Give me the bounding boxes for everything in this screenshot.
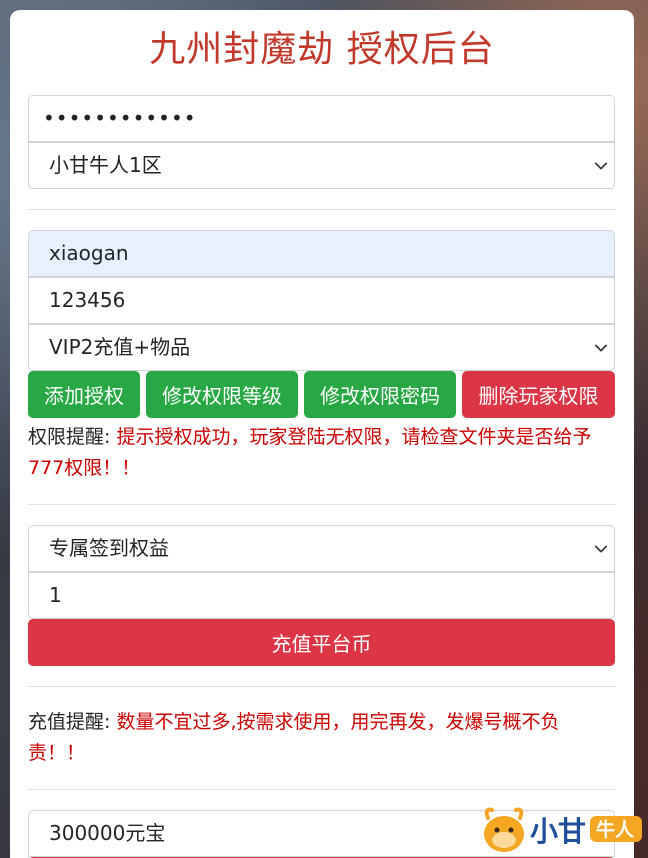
chevron-down-icon — [594, 344, 608, 351]
player-account-field[interactable]: xiaogan — [28, 230, 615, 277]
divider — [28, 209, 616, 210]
admin-panel: 九州封魔劫 授权后台 •••••••••••• 小甘牛人1区 xiaogan 1… — [10, 10, 634, 858]
player-section: xiaogan 123456 VIP2充值+物品 添加授权 修改权限等级 修改权… — [28, 230, 616, 484]
divider — [28, 504, 616, 505]
recharge-item-select[interactable]: 专属签到权益 — [28, 525, 615, 572]
recharge-item-value: 专属签到权益 — [49, 536, 169, 560]
player-password-field[interactable]: 123456 — [28, 277, 615, 324]
divider — [28, 789, 616, 790]
server-select[interactable]: 小甘牛人1区 — [28, 142, 615, 189]
chevron-down-icon — [594, 162, 608, 169]
change-password-button[interactable]: 修改权限密码 — [304, 371, 456, 418]
chevron-down-icon — [594, 545, 608, 552]
admin-password-field[interactable]: •••••••••••• — [28, 95, 615, 142]
recharge-button[interactable]: 充值平台币 — [28, 619, 615, 666]
server-select-value: 小甘牛人1区 — [49, 153, 162, 177]
permission-actions: 添加授权 修改权限等级 修改权限密码 删除玩家权限 — [28, 371, 616, 418]
watermark-badge: 牛人 — [596, 818, 635, 841]
recharge-quantity-field[interactable]: 1 — [28, 572, 615, 619]
watermark-logo: 小甘 牛人 — [484, 807, 642, 852]
permission-notice: 权限提醒: 提示授权成功，玩家登陆无权限，请检查文件夹是否给予777权限！！ — [28, 422, 616, 484]
add-permission-button[interactable]: 添加授权 — [28, 371, 140, 418]
permission-notice-label: 权限提醒: — [28, 426, 111, 448]
cow-icon — [484, 807, 524, 852]
change-level-button[interactable]: 修改权限等级 — [146, 371, 298, 418]
delete-permission-button[interactable]: 删除玩家权限 — [462, 371, 615, 418]
permission-level-select[interactable]: VIP2充值+物品 — [28, 324, 615, 371]
permission-notice-message: 提示授权成功，玩家登陆无权限，请检查文件夹是否给予777权限！！ — [28, 426, 592, 479]
recharge-section: 专属签到权益 1 充值平台币 — [28, 525, 616, 666]
watermark-text: 小甘 — [530, 815, 586, 848]
login-section: •••••••••••• 小甘牛人1区 — [28, 95, 616, 189]
recharge-notice: 充值提醒: 数量不宜过多,按需求使用，用完再发，发爆号概不负责！！ — [28, 707, 616, 769]
permission-level-value: VIP2充值+物品 — [49, 335, 191, 359]
page-title: 九州封魔劫 授权后台 — [149, 29, 495, 70]
divider — [28, 686, 616, 687]
yuanbao-amount-value: 300000元宝 — [49, 821, 166, 845]
recharge-notice-label: 充值提醒: — [28, 711, 111, 733]
